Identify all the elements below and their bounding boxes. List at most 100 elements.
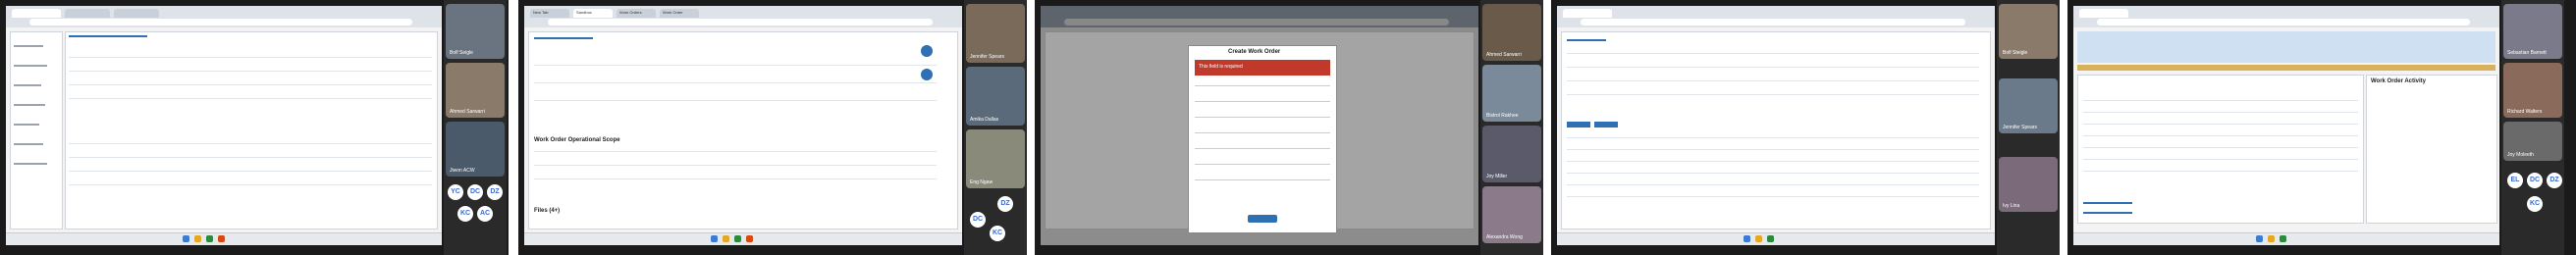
app-window-1 [6,6,442,245]
folder-icon[interactable] [194,235,201,242]
app-icon[interactable] [218,235,225,242]
video-sidebar: Bolf Steigle Jennifer Spears Ivy Lina [1997,0,2060,255]
folder-icon[interactable] [723,235,729,242]
video-tile[interactable]: Alexandra Wong [1482,186,1541,243]
browser-tab[interactable] [114,9,159,18]
main-panel [1561,31,1991,230]
error-text: This field is required [1199,64,1243,70]
folder-icon[interactable] [1755,235,1762,242]
avatar[interactable]: AC [477,206,493,222]
create-modal: Create Work Order This field is required [1188,45,1337,233]
video-tile[interactable]: Joy Miller [1482,126,1541,182]
app-icon[interactable] [746,235,753,242]
browser-chrome [1041,6,1478,27]
video-sidebar: Ahmed Sarwarri Bistrol Rakhee Joy Miller… [1480,0,1543,255]
taskbar [2073,232,2499,245]
folder-icon[interactable] [2268,235,2275,242]
browser-icon[interactable] [206,235,213,242]
browser-tab[interactable]: New Tab [530,9,569,18]
windows-icon[interactable] [1744,235,1750,242]
video-tile[interactable]: Eng Ngaw [966,129,1025,188]
avatar[interactable]: KC [457,206,473,222]
video-tile[interactable]: Bolf Seigle [446,4,505,59]
video-tile[interactable]: Jennifer Spears [1999,78,2058,133]
windows-icon[interactable] [711,235,718,242]
participant-name: Bolf Seigle [450,50,473,56]
screen-frame-2: New Tab Sandbox Work Orders Work Order W… [518,0,1027,255]
participant-name: Ivy Lina [2003,203,2020,209]
browser-tab[interactable]: Work Orders [617,9,656,18]
video-sidebar: Sebastian Barnett Richard Walters Joy Mo… [2501,0,2564,255]
address-bar[interactable] [548,19,933,26]
browser-icon[interactable] [2280,235,2286,242]
participant-name: Joy Miller [1486,174,1508,179]
app-window-3: Create Work Order This field is required [1041,6,1478,245]
video-tile[interactable]: Ahmed Sarwarri [446,63,505,118]
video-tile[interactable]: Sebastian Barnett [2503,4,2562,59]
video-tile[interactable]: Amika Dallas [966,67,1025,126]
avatar[interactable]: DC [467,184,483,200]
windows-icon[interactable] [2256,235,2263,242]
video-tile[interactable]: Ivy Lina [1999,157,2058,212]
avatar[interactable]: DC [2527,173,2543,188]
participant-name: Bistrol Rakhee [1486,113,1519,119]
participant-name: Bolf Steigle [2003,50,2028,56]
action-button[interactable] [1567,122,1590,128]
status-bar [2077,65,2496,71]
address-bar[interactable] [29,19,412,26]
browser-tab[interactable]: Sandbox [573,9,613,18]
taskbar [1557,232,1995,245]
video-tile[interactable]: Ahmed Sarwarri [1482,4,1541,61]
participant-name: Jennifer Spears [970,54,1005,60]
browser-tab[interactable] [65,9,110,18]
browser-icon[interactable] [734,235,741,242]
address-bar[interactable] [2097,19,2470,26]
video-sidebar: Jennifer Spears Amika Dallas Eng Ngaw DZ… [964,0,1027,255]
video-tile[interactable]: Joy Moleeth [2503,122,2562,161]
video-tile[interactable]: Richard Walters [2503,63,2562,118]
browser-chrome: New Tab Sandbox Work Orders Work Order [524,6,962,27]
files-title: Files (4+) [534,208,561,214]
app-window-4 [1557,6,1995,245]
avatar[interactable]: YC [448,184,463,200]
browser-icon[interactable] [1767,235,1774,242]
app-window-2: New Tab Sandbox Work Orders Work Order W… [524,6,962,245]
taskbar [524,232,962,245]
avatar[interactable]: DC [970,212,986,228]
panel-title: Work Order Activity [2371,78,2427,84]
app-window-5: Work Order Activity [2073,6,2499,245]
browser-tab[interactable] [12,9,61,18]
video-tile[interactable]: Bolf Steigle [1999,4,2058,59]
participant-name: Richard Walters [2507,109,2543,115]
windows-icon[interactable] [183,235,189,242]
avatar [921,45,933,57]
screen-frame-4: Bolf Steigle Jennifer Spears Ivy Lina [1551,0,2060,255]
main-panel [65,31,438,230]
avatar[interactable]: KC [990,226,1005,241]
participant-name: Ahmed Sarwarri [450,109,485,115]
main-panel [528,31,958,230]
avatar[interactable]: DZ [997,196,1013,212]
participant-name: Amika Dallas [970,117,999,123]
participant-name: Jennifer Spears [2003,125,2038,130]
address-bar[interactable] [1064,19,1449,26]
participant-name: Eng Ngaw [970,179,993,185]
video-sidebar: Bolf Seigle Ahmed Sarwarri Jiwon ACW YC … [444,0,507,255]
address-bar[interactable] [1581,19,1965,26]
action-button[interactable] [1594,122,1618,128]
video-tile[interactable]: Bistrol Rakhee [1482,65,1541,122]
participant-name: Sebastian Barnett [2507,50,2547,56]
avatar[interactable]: DZ [487,184,503,200]
avatar[interactable]: DZ [2547,173,2562,188]
modal-save-button[interactable] [1248,215,1277,223]
avatar[interactable]: KC [2527,196,2543,212]
avatar[interactable]: EL [2507,173,2523,188]
browser-tab[interactable] [2079,9,2128,18]
screen-frame-1: Bolf Seigle Ahmed Sarwarri Jiwon ACW YC … [0,0,509,255]
video-tile[interactable]: Jiwon ACW [446,122,505,177]
browser-tab[interactable] [1563,9,1612,18]
browser-chrome [1557,6,1995,27]
browser-chrome [6,6,442,27]
video-tile[interactable]: Jennifer Spears [966,4,1025,63]
browser-tab[interactable]: Work Order [660,9,699,18]
